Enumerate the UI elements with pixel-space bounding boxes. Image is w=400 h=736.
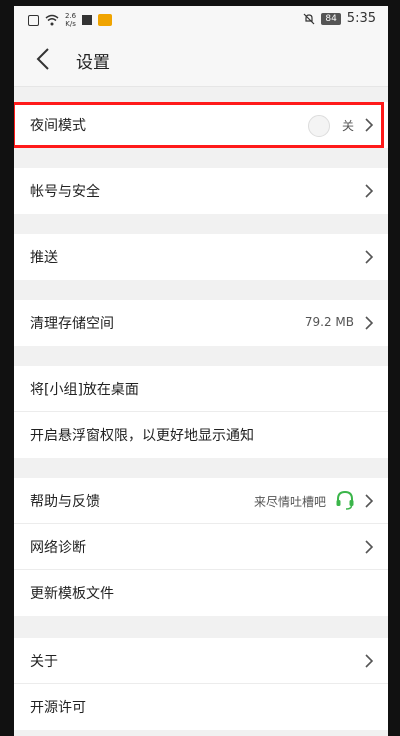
headset-icon: [336, 490, 354, 510]
row-about[interactable]: 关于: [14, 638, 388, 684]
row-label: 更新模板文件: [30, 586, 114, 602]
row-label: 帮助与反馈: [30, 494, 100, 510]
status-left: 2.6 K/s: [28, 12, 113, 28]
row-account-security[interactable]: 帐号与安全: [14, 168, 388, 214]
chevron-right-icon: [365, 540, 374, 554]
row-clear-storage[interactable]: 清理存储空间 79.2 MB: [14, 300, 388, 346]
chevron-right-icon: [365, 316, 374, 330]
row-value: 79.2 MB: [304, 315, 354, 329]
row-label: 将[小组]放在桌面: [30, 382, 139, 398]
network-speed: 2.6 K/s: [65, 12, 77, 28]
wifi-icon: [45, 14, 59, 26]
row-label: 网络诊断: [30, 540, 86, 556]
row-floating-window[interactable]: 开启悬浮窗权限，以更好地显示通知: [14, 412, 388, 458]
screen: 2.6 K/s 84 5:35 设置 夜间模式 关 帐号与安全 推送 清理存储空…: [14, 6, 388, 736]
row-label: 夜间模式: [30, 118, 86, 134]
mute-icon: [303, 13, 315, 24]
row-add-to-desktop[interactable]: 将[小组]放在桌面: [14, 366, 388, 412]
row-open-source-licenses[interactable]: 开源许可: [14, 684, 388, 730]
row-update-templates[interactable]: 更新模板文件: [14, 570, 388, 616]
section-push: 推送: [14, 234, 388, 280]
row-label: 开源许可: [30, 700, 86, 716]
section-help: 帮助与反馈 来尽情吐槽吧 网络诊断 更新模板文件: [14, 478, 388, 616]
row-label: 清理存储空间: [30, 316, 114, 332]
status-right: 84 5:35: [303, 11, 376, 26]
row-label: 关于: [30, 654, 58, 670]
section-desktop: 将[小组]放在桌面 开启悬浮窗权限，以更好地显示通知: [14, 366, 388, 458]
toggle-indicator[interactable]: [308, 115, 330, 137]
section-about: 关于 开源许可: [14, 638, 388, 730]
chevron-right-icon: [365, 250, 374, 264]
row-label: 推送: [30, 250, 58, 266]
phone-frame: 2.6 K/s 84 5:35 设置 夜间模式 关 帐号与安全 推送 清理存储空…: [0, 0, 400, 736]
page-title: 设置: [76, 53, 110, 73]
chevron-right-icon: [365, 654, 374, 668]
chevron-right-icon: [365, 118, 374, 132]
row-value: 关: [341, 119, 354, 133]
status-bar: 2.6 K/s 84 5:35: [14, 6, 388, 32]
notification-icon: [82, 15, 93, 25]
section-night-mode: 夜间模式 关: [14, 102, 388, 148]
battery-indicator: 84: [321, 12, 341, 25]
row-night-mode[interactable]: 夜间模式 关: [14, 102, 388, 148]
row-value: 来尽情吐槽吧: [253, 495, 326, 509]
section-storage: 清理存储空间 79.2 MB: [14, 300, 388, 346]
chevron-right-icon: [365, 494, 374, 508]
back-arrow-icon[interactable]: [32, 46, 56, 72]
row-help-feedback[interactable]: 帮助与反馈 来尽情吐槽吧: [14, 478, 388, 524]
app-notification-icon: [98, 14, 113, 26]
row-network-diagnosis[interactable]: 网络诊断: [14, 524, 388, 570]
section-account: 帐号与安全: [14, 168, 388, 214]
app-header: 设置: [14, 32, 388, 87]
sim-icon: [28, 14, 39, 26]
row-push[interactable]: 推送: [14, 234, 388, 280]
row-label: 开启悬浮窗权限，以更好地显示通知: [30, 428, 254, 444]
row-label: 帐号与安全: [30, 184, 100, 200]
clock: 5:35: [346, 11, 376, 26]
chevron-right-icon: [365, 184, 374, 198]
